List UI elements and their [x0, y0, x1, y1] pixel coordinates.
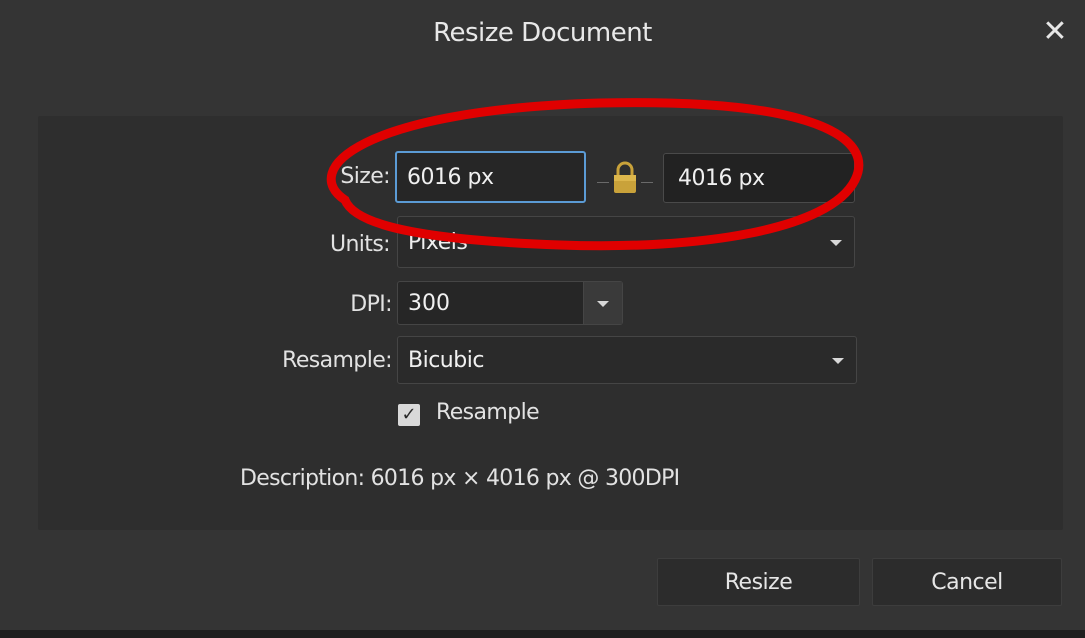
- dialog-title: Resize Document: [433, 18, 652, 48]
- size-label: Size:: [340, 164, 390, 189]
- dpi-dropdown-button[interactable]: [583, 282, 622, 324]
- units-dropdown[interactable]: Pixels: [397, 216, 855, 268]
- resample-label: Resample:: [282, 348, 392, 373]
- document-description: Description: 6016 px × 4016 px @ 300DPI: [240, 466, 680, 491]
- chevron-down-icon: [597, 301, 609, 307]
- close-icon[interactable]: ✕: [1039, 16, 1071, 48]
- dpi-label: DPI:: [350, 292, 392, 317]
- chevron-down-icon: [830, 240, 842, 246]
- units-label: Units:: [329, 232, 391, 257]
- dpi-value: 300: [408, 290, 450, 316]
- resize-button[interactable]: Resize: [657, 558, 860, 606]
- title-bar: Resize Document ✕: [0, 0, 1085, 74]
- height-field[interactable]: 4016 px: [663, 153, 855, 203]
- checkmark-icon: ✓: [401, 404, 417, 425]
- dpi-combobox[interactable]: 300: [397, 281, 623, 325]
- resample-checkbox[interactable]: ✓: [398, 404, 420, 426]
- resample-dropdown[interactable]: Bicubic: [397, 336, 857, 384]
- cancel-button[interactable]: Cancel: [872, 558, 1062, 606]
- units-value: Pixels: [408, 229, 468, 255]
- window-edge: [0, 630, 1085, 638]
- lock-aspect-toggle[interactable]: [597, 160, 653, 196]
- resample-value: Bicubic: [408, 347, 484, 373]
- lock-icon: [614, 161, 636, 193]
- resize-document-dialog: Resize Document ✕ Size: 6016 px 4016 px …: [0, 0, 1085, 638]
- resample-checkbox-label[interactable]: Resample: [436, 400, 540, 425]
- width-field[interactable]: 6016 px: [395, 151, 586, 203]
- chevron-down-icon: [832, 358, 844, 364]
